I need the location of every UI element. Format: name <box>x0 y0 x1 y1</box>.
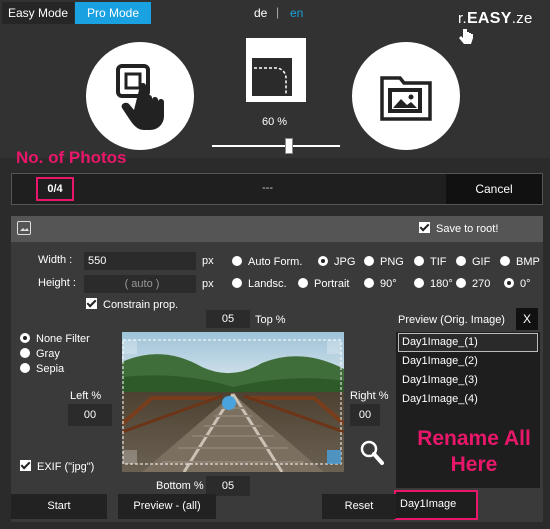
rotate-270-radio[interactable]: 270 <box>456 278 490 290</box>
rotate-0-radio[interactable]: 0° <box>504 278 531 290</box>
rotate-180-radio[interactable]: 180° <box>414 278 453 290</box>
image-folder-icon <box>380 76 432 121</box>
list-item[interactable]: Day1Image_(2) <box>402 355 478 367</box>
list-item[interactable]: Day1Image_(1) <box>402 336 478 348</box>
height-label: Height : <box>38 277 76 289</box>
width-label: Width : <box>38 254 73 266</box>
left-percent-label: Left % <box>70 390 102 402</box>
options-panel-header: Save to root! <box>11 216 543 242</box>
filter-gray-radio[interactable]: Gray <box>20 348 60 360</box>
resize-slider-track[interactable] <box>212 145 340 147</box>
format-bmp-radio[interactable]: BMP <box>500 256 540 268</box>
format-auto-radio[interactable]: Auto Form. <box>232 256 302 268</box>
output-folder-button[interactable] <box>352 42 460 150</box>
app-logo: r.EASY.ze <box>458 10 550 47</box>
rotate-90-radio[interactable]: 90° <box>364 278 397 290</box>
zoom-button[interactable] <box>360 440 384 469</box>
save-root-check[interactable] <box>419 222 430 233</box>
cancel-button[interactable]: Cancel <box>446 174 542 204</box>
save-root-label: Save to root! <box>436 223 499 235</box>
magnifier-icon <box>360 440 384 465</box>
format-png-radio[interactable]: PNG <box>364 256 404 268</box>
width-input[interactable] <box>84 252 196 270</box>
mini-image-icon <box>20 228 29 231</box>
start-button[interactable]: Start <box>11 494 107 519</box>
right-percent-label: Right % <box>350 390 389 402</box>
save-to-root-checkbox[interactable]: Save to root! <box>419 222 498 235</box>
photo-count: 0/4 <box>36 177 74 201</box>
format-tif-radio[interactable]: TIF <box>414 256 447 268</box>
orient-landscape-radio[interactable]: Landsc. <box>232 278 287 290</box>
filter-sepia-radio[interactable]: Sepia <box>20 363 64 375</box>
progress-row: 0/4 --- Cancel <box>11 173 543 205</box>
list-item[interactable]: Day1Image_(3) <box>402 374 478 386</box>
image-panel-icon[interactable] <box>17 221 31 235</box>
progress-status: --- <box>262 182 273 194</box>
annotation-rename-all: Rename All Here <box>417 427 531 476</box>
reset-button[interactable]: Reset <box>322 494 396 519</box>
orient-portrait-radio[interactable]: Portrait <box>298 278 349 290</box>
lang-en-link[interactable]: en <box>290 6 303 20</box>
resize-slider-thumb[interactable] <box>284 138 293 154</box>
bottom-percent-label: Bottom % <box>156 480 204 492</box>
resize-preview-box <box>246 38 306 102</box>
lang-separator: | <box>276 5 280 19</box>
rename-all-input[interactable]: Day1Image <box>394 490 478 520</box>
height-input[interactable]: ( auto ) <box>84 275 196 293</box>
preview-title: Preview (Orig. Image) <box>398 314 505 326</box>
resize-dashed-icon <box>254 67 287 94</box>
select-files-button[interactable] <box>86 42 194 150</box>
preview-image <box>122 332 344 472</box>
preview-all-button[interactable]: Preview - (all) <box>118 494 216 519</box>
select-touch-icon <box>116 64 164 130</box>
easy-mode-tab[interactable]: Easy Mode <box>2 2 74 24</box>
list-item[interactable]: Day1Image_(4) <box>402 393 478 405</box>
format-gif-radio[interactable]: GIF <box>456 256 490 268</box>
top-percent-input[interactable]: 05 <box>206 310 250 328</box>
right-percent-input[interactable]: 00 <box>350 404 380 426</box>
left-percent-input[interactable]: 00 <box>68 404 112 426</box>
filter-none-radio[interactable]: None Filter <box>20 333 90 345</box>
height-unit: px <box>202 278 214 290</box>
top-percent-label: Top % <box>255 314 286 326</box>
lang-de-link[interactable]: de <box>254 6 267 20</box>
pro-mode-tab[interactable]: Pro Mode <box>75 2 151 24</box>
annotation-no-of-photos: No. of Photos <box>16 148 127 167</box>
format-jpg-radio[interactable]: JPG <box>318 256 355 268</box>
preview-close-button[interactable]: X <box>516 308 538 330</box>
resize-percent-label: 60 % <box>262 116 288 128</box>
constrain-checkbox[interactable]: Constrain prop. <box>86 298 178 311</box>
width-unit: px <box>202 255 214 267</box>
pointer-icon <box>459 29 473 44</box>
exif-checkbox[interactable]: EXIF ("jpg") <box>20 460 94 473</box>
resize-inner-area <box>252 58 292 96</box>
bottom-percent-input[interactable]: 05 <box>206 476 250 496</box>
